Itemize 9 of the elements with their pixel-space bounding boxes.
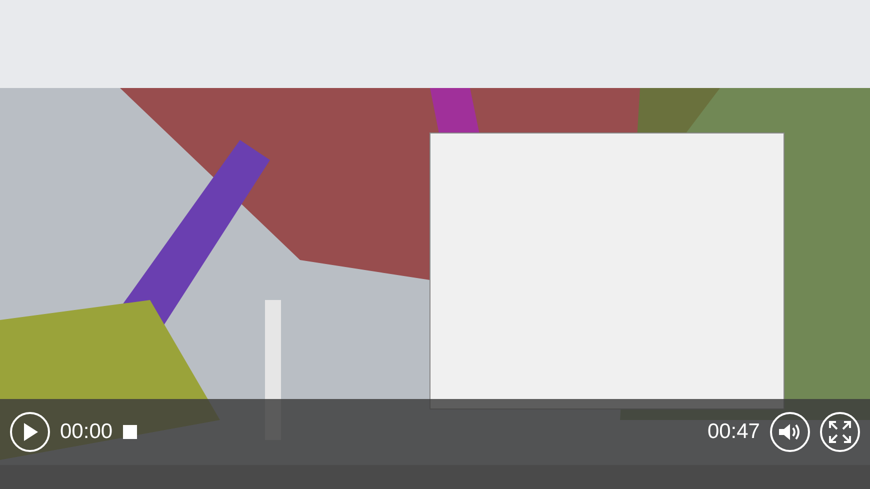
- play-icon: [22, 423, 38, 441]
- expand-icon: [829, 421, 851, 443]
- current-time: 00:00: [60, 420, 113, 444]
- duration-time: 00:47: [707, 420, 760, 444]
- volume-button[interactable]: [770, 412, 810, 452]
- speaker-icon: [778, 422, 802, 442]
- fullscreen-button[interactable]: [820, 412, 860, 452]
- stop-button[interactable]: [122, 425, 137, 439]
- play-button[interactable]: [10, 412, 50, 452]
